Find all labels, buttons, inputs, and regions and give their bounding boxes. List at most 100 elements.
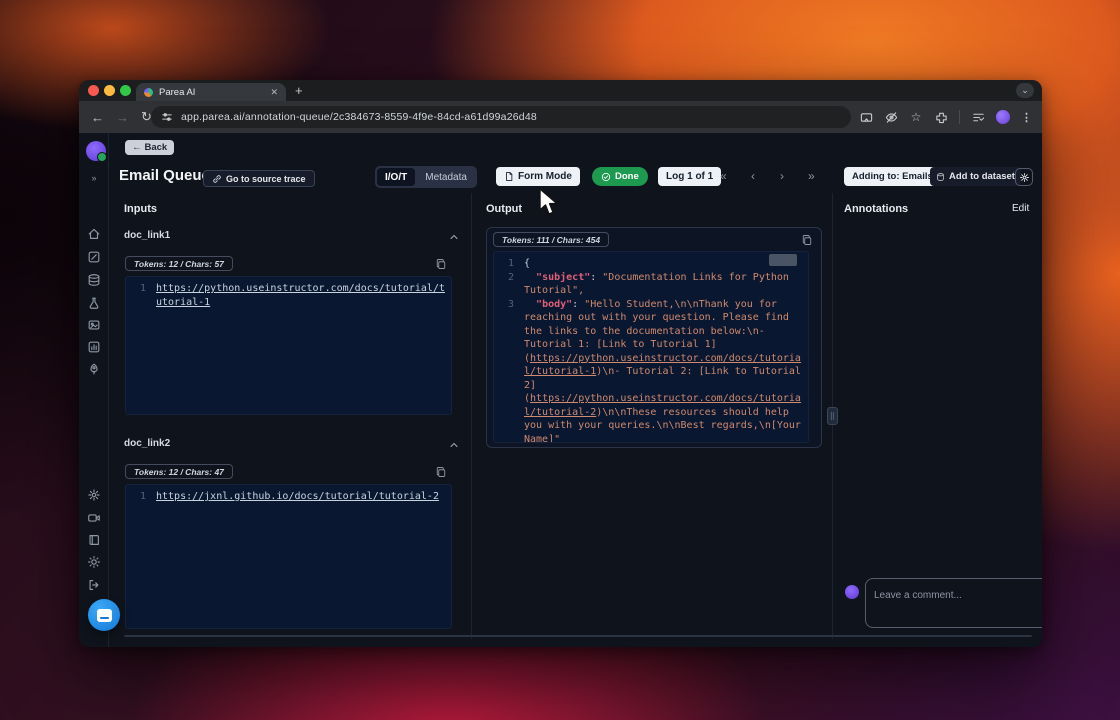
code-text: { (524, 257, 804, 271)
workspace-avatar[interactable] (86, 141, 106, 161)
url-text: app.parea.ai/annotation-queue/2c384673-8… (181, 111, 537, 123)
form-mode-label: Form Mode (518, 171, 572, 182)
annotations-panel-title: Annotations (844, 203, 908, 215)
doc-link2-code-editor[interactable]: 1https://jxnl.github.io/docs/tutorial/tu… (125, 484, 452, 629)
home-icon[interactable] (87, 227, 101, 241)
browser-back-button[interactable]: ← (91, 110, 104, 125)
intercom-chat-button[interactable] (88, 599, 120, 631)
line-number: 2 (498, 271, 524, 298)
code-segment: { (524, 258, 530, 269)
next-log-button[interactable]: › (780, 169, 784, 183)
line-number: 1 (130, 490, 156, 504)
cast-icon[interactable] (859, 110, 873, 124)
doc-link1-code-editor[interactable]: 1https://python.useinstructor.com/docs/t… (125, 276, 452, 415)
edit-annotations-button[interactable]: Edit (1012, 203, 1029, 214)
queue-settings-button[interactable] (1015, 168, 1033, 186)
comment-user-avatar (845, 585, 859, 599)
code-text: "subject": "Documentation Links for Pyth… (524, 271, 804, 298)
tab-metadata[interactable]: Metadata (417, 168, 475, 186)
new-tab-button[interactable]: + (295, 83, 303, 99)
page-title: Email Queue (119, 167, 210, 184)
previous-log-button[interactable]: ‹ (751, 169, 755, 183)
toolbar-icons: ☆ ⋮ (859, 101, 1032, 133)
divider-drag-handle[interactable]: ⣿ (827, 407, 838, 425)
adding-to-button[interactable]: Adding to: Emails (844, 167, 941, 186)
browser-tab[interactable]: Parea AI ✕ (136, 83, 286, 101)
line-number: 1 (130, 282, 156, 309)
address-bar[interactable]: app.parea.ai/annotation-queue/2c384673-8… (151, 106, 851, 128)
extensions-icon[interactable] (934, 110, 948, 124)
fullscreen-window-button[interactable] (120, 85, 131, 96)
collapse-doc-link2-icon[interactable] (448, 438, 460, 450)
browser-menu-icon[interactable]: ⋮ (1021, 111, 1032, 124)
first-log-button[interactable]: « (720, 169, 727, 183)
video-tutorials-icon[interactable] (87, 511, 101, 525)
copy-doc-link2-icon[interactable] (435, 465, 447, 477)
code-line: 1https://python.useinstructor.com/docs/t… (130, 282, 447, 309)
experiments-icon[interactable] (87, 296, 101, 310)
output-scrollbar-thumb[interactable] (769, 254, 797, 266)
logout-icon[interactable] (87, 578, 101, 592)
form-mode-button[interactable]: Form Mode (496, 167, 580, 186)
output-container: Tokens: 111 / Chars: 454 1{2 "subject": … (486, 227, 822, 448)
back-arrow-icon: ← (132, 142, 142, 153)
code-text: https://jxnl.github.io/docs/tutorial/tut… (156, 490, 447, 504)
collapse-doc-link1-icon[interactable] (448, 230, 460, 242)
browser-profile-avatar[interactable] (996, 110, 1010, 124)
code-text: https://python.useinstructor.com/docs/tu… (156, 282, 447, 309)
datasets-icon[interactable] (87, 273, 101, 287)
database-icon (936, 172, 945, 182)
comment-box[interactable]: Submit (865, 578, 1042, 628)
theme-toggle-icon[interactable] (87, 555, 101, 569)
gear-icon (1019, 172, 1030, 183)
go-to-source-trace-button[interactable]: Go to source trace (203, 170, 315, 187)
horizontal-scrollbar[interactable] (124, 635, 1032, 637)
browser-tabstrip: Parea AI ✕ + ⌄ (79, 80, 1042, 101)
desktop-wallpaper: Parea AI ✕ + ⌄ ← → ↻ app.parea.ai/annota… (0, 0, 1120, 720)
minimize-window-button[interactable] (104, 85, 115, 96)
reading-list-icon[interactable] (971, 110, 985, 124)
browser-window: Parea AI ✕ + ⌄ ← → ↻ app.parea.ai/annota… (79, 80, 1042, 647)
docs-icon[interactable] (87, 533, 101, 547)
app-sidebar: » (79, 133, 109, 647)
last-log-button[interactable]: » (808, 169, 815, 183)
add-to-dataset-label: Add to dataset (949, 171, 1015, 182)
output-tokens-badge: Tokens: 111 / Chars: 454 (493, 232, 609, 247)
code-link: https://jxnl.github.io/docs/tutorial/tut… (156, 491, 439, 502)
tab-overflow-button[interactable]: ⌄ (1016, 83, 1034, 98)
inputs-output-divider[interactable] (471, 193, 472, 639)
tab-close-icon[interactable]: ✕ (270, 87, 278, 98)
add-to-dataset-button[interactable]: Add to dataset (930, 167, 1021, 186)
bookmark-star-icon[interactable]: ☆ (909, 110, 923, 124)
code-line: 1{ (498, 257, 804, 271)
done-button[interactable]: Done (592, 167, 648, 186)
traces-icon[interactable] (87, 250, 101, 264)
doc-link2-tokens-badge: Tokens: 12 / Chars: 47 (125, 464, 233, 479)
view-tab-group: I/O/T Metadata (375, 166, 477, 188)
back-button[interactable]: ← Back (125, 140, 174, 155)
browser-forward-button[interactable]: → (116, 110, 129, 125)
expand-sidebar-icon[interactable]: » (79, 173, 109, 183)
tab-title: Parea AI (159, 87, 264, 98)
parea-favicon-icon (144, 88, 153, 97)
code-segment: "body" (536, 299, 572, 310)
link-icon (212, 174, 222, 184)
code-segment (524, 299, 536, 310)
code-segment: : (572, 299, 584, 310)
playground-icon[interactable] (87, 318, 101, 332)
copy-output-icon[interactable] (801, 233, 813, 245)
comment-input[interactable] (874, 587, 1034, 603)
site-info-icon[interactable] (161, 111, 173, 123)
line-number: 3 (498, 298, 524, 444)
tab-iot[interactable]: I/O/T (377, 168, 415, 186)
close-window-button[interactable] (88, 85, 99, 96)
eye-off-icon[interactable] (884, 110, 898, 124)
chat-bubble-icon (97, 609, 112, 622)
settings-icon[interactable] (87, 488, 101, 502)
output-panel-title: Output (486, 203, 522, 215)
evaluations-icon[interactable] (87, 340, 101, 354)
field-label-doc-link1: doc_link1 (124, 230, 170, 241)
deploy-icon[interactable] (87, 362, 101, 376)
output-code-editor[interactable]: 1{2 "subject": "Documentation Links for … (493, 251, 809, 443)
copy-doc-link1-icon[interactable] (435, 257, 447, 269)
